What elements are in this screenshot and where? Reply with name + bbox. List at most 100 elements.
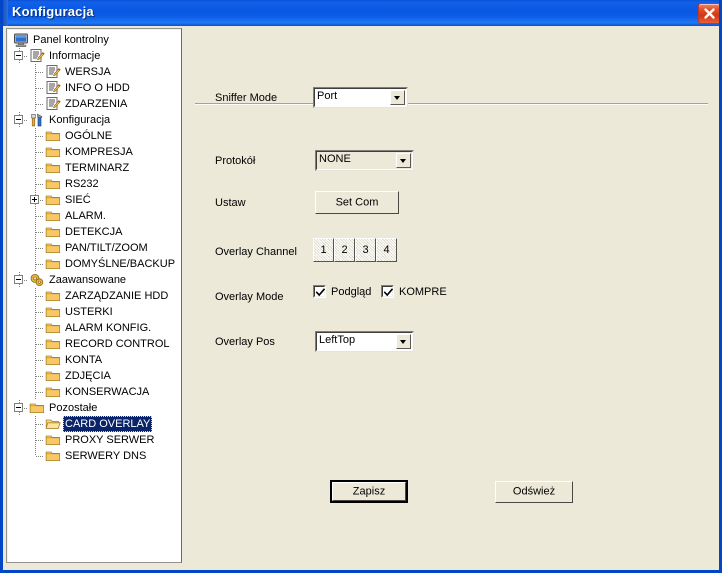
overlay-channel-button-label: 2 — [341, 244, 348, 256]
sniffer-mode-dropdown[interactable]: Port — [313, 87, 408, 108]
tree-item-wersja[interactable]: WERSJA — [45, 64, 113, 80]
tree-item-proxy-serwer[interactable]: PROXY SERWER — [45, 432, 156, 448]
save-button[interactable]: Zapisz — [330, 480, 408, 503]
checkbox-icon[interactable] — [313, 285, 326, 298]
collapse-icon[interactable] — [14, 275, 23, 284]
tree-item-og-lne[interactable]: OGÓLNE — [45, 128, 114, 144]
overlay-channel-button-3[interactable]: 3 — [355, 238, 376, 262]
tree-item-label: ALARM. — [65, 210, 106, 222]
tree-item-zdj-cia[interactable]: ZDJĘCIA — [45, 368, 113, 384]
tree-item-info-o-hdd[interactable]: INFO O HDD — [45, 80, 132, 96]
chevron-down-icon[interactable] — [396, 334, 411, 349]
chevron-down-icon[interactable] — [390, 90, 405, 105]
tree-item-usterki[interactable]: USTERKI — [45, 304, 115, 320]
overlay-mode-checkbox-kompre[interactable]: KOMPRE — [381, 284, 447, 300]
tree-connector — [36, 328, 44, 329]
overlay-pos-value: LeftTop — [319, 334, 356, 346]
tree-item-label: SIEĆ — [65, 194, 91, 206]
folder-icon — [45, 224, 61, 240]
tree-item-label: DETEKCJA — [65, 226, 123, 238]
tree-connector — [36, 376, 44, 377]
tree-item-label: KONTA — [65, 354, 103, 366]
tree-item-konta[interactable]: KONTA — [45, 352, 104, 368]
tree-item-domy-lne-backup[interactable]: DOMYŚLNE/BACKUP — [45, 256, 177, 272]
refresh-button-label: Odśwież — [512, 485, 556, 498]
collapse-icon[interactable] — [14, 51, 23, 60]
tree-item-label: Zaawansowane — [49, 274, 127, 286]
tree-connector — [35, 240, 36, 256]
tools-icon — [29, 112, 45, 128]
refresh-button[interactable]: Odśwież — [495, 481, 573, 503]
tree-item-pan-tilt-zoom[interactable]: PAN/TILT/ZOOM — [45, 240, 150, 256]
folder-icon — [45, 128, 61, 144]
checkbox-label: KOMPRE — [399, 286, 447, 298]
tree-item-sie[interactable]: SIEĆ — [45, 192, 93, 208]
overlay-channel-button-2[interactable]: 2 — [334, 238, 355, 262]
tree-connector — [35, 96, 36, 112]
chevron-down-icon[interactable] — [396, 153, 411, 168]
collapse-icon[interactable] — [14, 403, 23, 412]
tree-item-alarm-konfig[interactable]: ALARM KONFIG. — [45, 320, 153, 336]
notepad-icon — [45, 80, 61, 96]
tree-item-panel-kontrolny[interactable]: Panel kontrolny — [13, 32, 111, 48]
tree-connector — [36, 104, 44, 105]
tree-connector — [36, 248, 44, 249]
collapse-icon[interactable] — [14, 115, 23, 124]
folder-icon — [45, 320, 61, 336]
overlay-channel-button-4[interactable]: 4 — [376, 238, 397, 262]
tree-item-serwery-dns[interactable]: SERWERY DNS — [45, 448, 148, 464]
tree-item-label: Informacje — [49, 50, 101, 62]
tree-item-kompresja[interactable]: KOMPRESJA — [45, 144, 135, 160]
tree-connector — [36, 168, 44, 169]
set-com-button-label: Set Com — [335, 196, 379, 208]
folder-icon — [45, 256, 61, 272]
tree-item-record-control[interactable]: RECORD CONTROL — [45, 336, 172, 352]
tree-item-zaawansowane[interactable]: Zaawansowane — [29, 272, 128, 288]
tree-item-label: OGÓLNE — [65, 130, 113, 142]
close-x-glyph — [704, 8, 715, 19]
protocol-dropdown[interactable]: NONE — [315, 150, 414, 171]
tree-item-label: RECORD CONTROL — [65, 338, 170, 350]
tree-connector — [35, 256, 36, 272]
set-com-button[interactable]: Set Com — [315, 191, 399, 214]
tree-item-label: CARD OVERLAY — [63, 416, 153, 432]
tree-connector — [36, 312, 44, 313]
overlay-channel-button-1[interactable]: 1 — [313, 238, 334, 262]
tree-item-label: WERSJA — [65, 66, 111, 78]
folder-icon — [45, 288, 61, 304]
tree-item-zarz-dzanie-hdd[interactable]: ZARZĄDZANIE HDD — [45, 288, 170, 304]
overlay-pos-label: Overlay Pos — [215, 336, 275, 348]
tree-connector — [35, 304, 36, 320]
tree-item-konserwacja[interactable]: KONSERWACJA — [45, 384, 151, 400]
tree-item-rs232[interactable]: RS232 — [45, 176, 101, 192]
overlay-mode-checkbox-podgl-d[interactable]: Podgląd — [313, 284, 371, 300]
folder-icon — [45, 240, 61, 256]
tree-item-zdarzenia[interactable]: ZDARZENIA — [45, 96, 129, 112]
tree-connector — [36, 296, 44, 297]
tree-connector — [36, 72, 44, 73]
tree-connector — [35, 128, 36, 144]
overlay-channel-button-label: 1 — [320, 244, 327, 256]
tree-connector — [36, 456, 44, 457]
tree-item-konfiguracja[interactable]: Konfiguracja — [29, 112, 112, 128]
protocol-label: Protokół — [215, 155, 256, 167]
tree-item-informacje[interactable]: Informacje — [29, 48, 102, 64]
tree-item-terminarz[interactable]: TERMINARZ — [45, 160, 131, 176]
folder-icon — [45, 176, 61, 192]
tree-item-alarm[interactable]: ALARM. — [45, 208, 108, 224]
tree-item-card-overlay[interactable]: CARD OVERLAY — [45, 416, 153, 432]
tree-item-label: SERWERY DNS — [65, 450, 147, 462]
folder-icon — [45, 384, 61, 400]
checkbox-icon[interactable] — [381, 285, 394, 298]
folder-icon — [45, 160, 61, 176]
close-icon[interactable] — [698, 3, 719, 24]
expand-icon[interactable] — [30, 195, 39, 204]
overlay-mode-label: Overlay Mode — [215, 291, 284, 303]
checkbox-label: Podgląd — [331, 286, 372, 298]
tree-item-pozosta-e[interactable]: Pozostałe — [29, 400, 99, 416]
tree-item-detekcja[interactable]: DETEKCJA — [45, 224, 124, 240]
overlay-pos-dropdown[interactable]: LeftTop — [315, 331, 414, 352]
tree-item-label: ALARM KONFIG. — [65, 322, 152, 334]
navigation-tree[interactable]: Panel kontrolny Informacje WERSJA INFO O HD… — [6, 28, 182, 563]
tree-item-label: TERMINARZ — [65, 162, 130, 174]
